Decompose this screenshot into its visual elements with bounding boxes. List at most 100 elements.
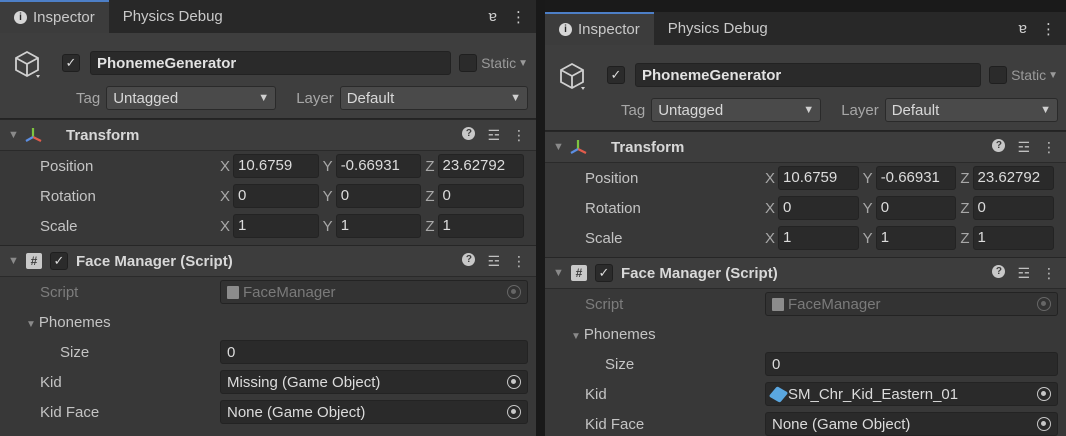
chevron-down-icon: ▼: [510, 92, 521, 104]
rotation-x-field[interactable]: 0: [233, 184, 319, 208]
kebab-menu-icon[interactable]: ⋮: [512, 253, 526, 270]
rotation-y-field[interactable]: 0: [875, 196, 957, 220]
phonemes-row[interactable]: ▼ Phonemes: [0, 307, 536, 337]
help-icon[interactable]: ?: [992, 138, 1006, 152]
position-y-field[interactable]: -0.66931: [335, 154, 422, 178]
help-icon[interactable]: ?: [992, 264, 1006, 278]
kebab-menu-icon[interactable]: ⋮: [1042, 139, 1056, 156]
position-z-field[interactable]: 23.62792: [972, 166, 1055, 190]
script-hash-icon: #: [571, 265, 587, 281]
transform-header[interactable]: ▼ Transform ? ☲ ⋮: [0, 119, 536, 151]
presets-icon[interactable]: ☲: [487, 127, 500, 144]
tab-physics-debug[interactable]: Physics Debug: [654, 12, 782, 45]
kid-face-object-field[interactable]: None (Game Object): [765, 412, 1058, 436]
position-row: Position X 10.6759 Y -0.66931 Z 23.62792: [0, 151, 536, 181]
object-active-checkbox[interactable]: ✓: [62, 54, 80, 72]
object-name-field[interactable]: PhonemeGenerator: [635, 63, 982, 87]
kebab-menu-icon[interactable]: ⋮: [511, 8, 526, 26]
tab-bar: i Inspector Physics Debug ɐ ⋮: [545, 12, 1066, 45]
script-row: Script FaceManager: [0, 277, 536, 307]
info-icon: i: [559, 23, 572, 36]
size-field[interactable]: 0: [765, 352, 1058, 376]
tab-physics-debug[interactable]: Physics Debug: [109, 0, 237, 33]
object-active-checkbox[interactable]: ✓: [607, 66, 625, 84]
lock-icon[interactable]: ɐ: [489, 8, 497, 26]
presets-icon[interactable]: ☲: [1017, 139, 1030, 156]
position-x-field[interactable]: 10.6759: [233, 154, 319, 178]
face-manager-header[interactable]: ▼ # ✓ Face Manager (Script) ? ☲ ⋮: [0, 245, 536, 277]
scale-z-field[interactable]: 1: [437, 214, 525, 238]
presets-icon[interactable]: ☲: [1017, 265, 1030, 282]
foldout-arrow-icon[interactable]: ▼: [553, 141, 567, 153]
static-checkbox[interactable]: [459, 54, 478, 72]
kid-object-field[interactable]: SM_Chr_Kid_Eastern_01: [765, 382, 1058, 406]
scale-y-field[interactable]: 1: [875, 226, 957, 250]
tag-dropdown[interactable]: Untagged ▼: [651, 98, 822, 122]
rotation-row: Rotation X0 Y0 Z0: [545, 193, 1066, 223]
chevron-down-icon: ▼: [1048, 69, 1058, 81]
transform-header[interactable]: ▼ Transform ? ☲ ⋮: [545, 131, 1066, 163]
chevron-down-icon: ▼: [518, 57, 528, 69]
foldout-arrow-icon[interactable]: ▼: [571, 331, 581, 342]
rotation-z-field[interactable]: 0: [437, 184, 525, 208]
position-z-field[interactable]: 23.62792: [437, 154, 525, 178]
size-field[interactable]: 0: [220, 340, 528, 364]
component-enabled-checkbox[interactable]: ✓: [50, 252, 68, 270]
rotation-y-field[interactable]: 0: [335, 184, 422, 208]
gameobject-cube-icon[interactable]: [12, 49, 42, 79]
face-manager-header[interactable]: ▼ # ✓ Face Manager (Script) ? ☲ ⋮: [545, 257, 1066, 289]
foldout-arrow-icon[interactable]: ▼: [26, 319, 36, 330]
object-picker-icon[interactable]: [507, 375, 521, 389]
object-picker-icon[interactable]: [1037, 417, 1051, 431]
object-header: ✓ PhonemeGenerator Static ▼ Tag Untagged…: [0, 33, 536, 119]
lock-icon[interactable]: ɐ: [1019, 20, 1027, 38]
tag-dropdown[interactable]: Untagged ▼: [106, 86, 277, 110]
kid-row: Kid SM_Chr_Kid_Eastern_01: [545, 379, 1066, 409]
kid-face-object-field[interactable]: None (Game Object): [220, 400, 528, 424]
panel-divider: [536, 0, 545, 436]
position-y-field[interactable]: -0.66931: [875, 166, 957, 190]
rotation-z-field[interactable]: 0: [972, 196, 1055, 220]
kebab-menu-icon[interactable]: ⋮: [512, 127, 526, 144]
kid-object-field[interactable]: Missing (Game Object): [220, 370, 528, 394]
tab-inspector[interactable]: i Inspector: [545, 12, 654, 45]
layer-label: Layer: [841, 101, 879, 119]
tab-inspector[interactable]: i Inspector: [0, 0, 109, 33]
help-icon[interactable]: ?: [462, 126, 476, 140]
foldout-arrow-icon[interactable]: ▼: [553, 267, 567, 279]
tab-bar: i Inspector Physics Debug ɐ ⋮: [0, 0, 536, 33]
inspector-panel-left: i Inspector Physics Debug ɐ ⋮ ✓ PhonemeGe…: [0, 0, 536, 436]
object-picker-icon[interactable]: [507, 405, 521, 419]
kebab-menu-icon[interactable]: ⋮: [1042, 265, 1056, 282]
phonemes-row[interactable]: ▼ Phonemes: [545, 319, 1066, 349]
static-toggle[interactable]: Static ▼: [459, 54, 528, 72]
script-field: FaceManager: [765, 292, 1058, 316]
gameobject-icon: [768, 385, 789, 403]
scale-z-field[interactable]: 1: [972, 226, 1055, 250]
rotation-row: Rotation X0 Y0 Z0: [0, 181, 536, 211]
tag-label: Tag: [76, 89, 101, 107]
kid-row: Kid Missing (Game Object): [0, 367, 536, 397]
position-row: Position X 10.6759 Y -0.66931 Z 23.62792: [545, 163, 1066, 193]
foldout-arrow-icon[interactable]: ▼: [8, 129, 22, 141]
foldout-arrow-icon[interactable]: ▼: [8, 255, 22, 267]
chevron-down-icon: ▼: [803, 104, 815, 116]
layer-dropdown[interactable]: Default ▼: [339, 86, 528, 110]
object-name-field[interactable]: PhonemeGenerator: [90, 51, 452, 75]
object-picker-icon[interactable]: [1037, 387, 1051, 401]
help-icon[interactable]: ?: [462, 252, 476, 266]
presets-icon[interactable]: ☲: [487, 253, 500, 270]
gameobject-cube-icon[interactable]: [557, 61, 587, 91]
layer-label: Layer: [296, 89, 334, 107]
scale-y-field[interactable]: 1: [335, 214, 422, 238]
script-hash-icon: #: [26, 253, 42, 269]
static-toggle[interactable]: Static ▼: [989, 66, 1058, 84]
scale-x-field[interactable]: 1: [778, 226, 859, 250]
component-enabled-checkbox[interactable]: ✓: [595, 264, 613, 282]
rotation-x-field[interactable]: 0: [778, 196, 859, 220]
scale-x-field[interactable]: 1: [233, 214, 319, 238]
kebab-menu-icon[interactable]: ⋮: [1041, 20, 1056, 38]
static-checkbox[interactable]: [989, 66, 1008, 84]
layer-dropdown[interactable]: Default ▼: [884, 98, 1058, 122]
position-x-field[interactable]: 10.6759: [778, 166, 859, 190]
